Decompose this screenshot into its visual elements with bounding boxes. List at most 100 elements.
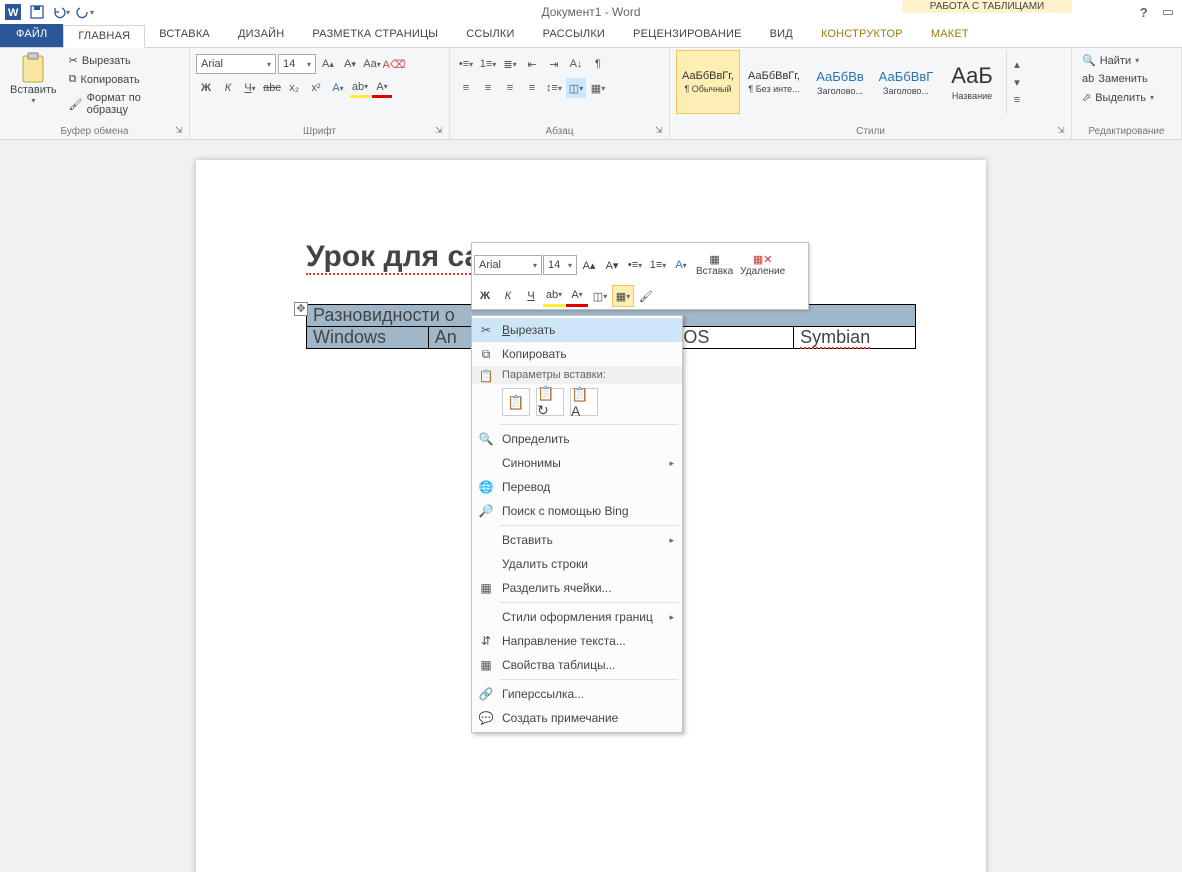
tab-design[interactable]: ДИЗАЙН (224, 24, 298, 47)
ctx-insert[interactable]: Вставить▸ (472, 528, 682, 552)
replace-button[interactable]: abЗаменить (1078, 71, 1152, 87)
show-marks-icon[interactable]: ¶ (588, 54, 608, 74)
tab-review[interactable]: РЕЦЕНЗИРОВАНИЕ (619, 24, 756, 47)
mini-shading-icon[interactable]: ◫▾ (589, 285, 611, 307)
mini-grow-font-icon[interactable]: A▴ (578, 254, 600, 276)
borders-icon[interactable]: ▦▾ (588, 78, 608, 98)
numbering-icon[interactable]: 1≡▾ (478, 54, 498, 74)
sort-icon[interactable]: A↓ (566, 54, 586, 74)
shading-icon[interactable]: ◫▾ (566, 78, 586, 98)
ctx-synonyms[interactable]: Синонимы▸ (472, 451, 682, 475)
multilevel-icon[interactable]: ≣▾ (500, 54, 520, 74)
mini-numbering-icon[interactable]: 1≡▾ (647, 254, 669, 276)
style-heading1[interactable]: АаБбВвЗаголово... (808, 50, 872, 114)
bold-button[interactable]: Ж (196, 78, 216, 98)
font-name-combo[interactable]: Arial▾ (196, 54, 276, 74)
style-scroll-down[interactable]: ▾ (1007, 73, 1027, 91)
tab-home[interactable]: ГЛАВНАЯ (63, 25, 145, 48)
superscript-button[interactable]: x² (306, 78, 326, 98)
mini-size-combo[interactable]: 14▾ (543, 255, 577, 275)
clipboard-launcher[interactable]: ⇲ (175, 125, 187, 137)
ribbon-display-icon[interactable]: ▭ (1162, 4, 1174, 20)
ctx-copy[interactable]: ⧉Копировать (472, 342, 682, 366)
paragraph-launcher[interactable]: ⇲ (655, 125, 667, 137)
mini-bullets-icon[interactable]: •≡▾ (624, 254, 646, 276)
ctx-delete-rows[interactable]: Удалить строки (472, 552, 682, 576)
paste-keep-source-icon[interactable]: 📋 (502, 388, 530, 416)
ctx-hyperlink[interactable]: 🔗Гиперссылка... (472, 682, 682, 706)
paste-button[interactable]: Вставить ▾ (6, 50, 61, 107)
tab-table-layout[interactable]: МАКЕТ (917, 24, 983, 47)
font-color-icon[interactable]: A▾ (372, 78, 392, 98)
redo-icon[interactable]: ▾ (74, 1, 96, 23)
line-spacing-icon[interactable]: ↕≡▾ (544, 78, 564, 98)
tab-file[interactable]: ФАЙЛ (0, 24, 63, 47)
tab-references[interactable]: ССЫЛКИ (452, 24, 528, 47)
align-right-icon[interactable]: ≡ (500, 78, 520, 98)
paste-merge-icon[interactable]: 📋↻ (536, 388, 564, 416)
grow-font-icon[interactable]: A▴ (318, 54, 338, 74)
text-effects-icon[interactable]: A▾ (328, 78, 348, 98)
ctx-define[interactable]: 🔍Определить (472, 427, 682, 451)
cut-button[interactable]: ✂Вырезать (65, 52, 183, 69)
style-scroll-up[interactable]: ▴ (1007, 55, 1027, 73)
tab-insert[interactable]: ВСТАВКА (145, 24, 224, 47)
justify-icon[interactable]: ≡ (522, 78, 542, 98)
table-cell[interactable]: Windows (307, 327, 429, 349)
italic-button[interactable]: К (218, 78, 238, 98)
paste-text-only-icon[interactable]: 📋A (570, 388, 598, 416)
copy-button[interactable]: ⧉Копировать (65, 71, 183, 88)
font-launcher[interactable]: ⇲ (435, 125, 447, 137)
shrink-font-icon[interactable]: A▾ (340, 54, 360, 74)
styles-launcher[interactable]: ⇲ (1057, 125, 1069, 137)
mini-font-combo[interactable]: Arial▾ (474, 255, 542, 275)
style-gallery[interactable]: АаБбВвГг,¶ Обычный АаБбВвГг,¶ Без инте..… (676, 50, 1020, 114)
ctx-bing-search[interactable]: 🔎Поиск с помощью Bing (472, 499, 682, 523)
mini-highlight-icon[interactable]: ab▾ (543, 285, 565, 307)
mini-borders-icon[interactable]: ▦▾ (612, 285, 634, 307)
ctx-cut[interactable]: ✂Вырезать (472, 318, 682, 342)
change-case-icon[interactable]: Aa▾ (362, 54, 382, 74)
increase-indent-icon[interactable]: ⇥ (544, 54, 564, 74)
mini-insert-button[interactable]: ▦Вставка (693, 245, 736, 285)
tab-view[interactable]: ВИД (756, 24, 807, 47)
style-title[interactable]: АаБНазвание (940, 50, 1004, 114)
style-normal[interactable]: АаБбВвГг,¶ Обычный (676, 50, 740, 114)
format-painter-button[interactable]: 🖌Формат по образцу (65, 90, 183, 118)
align-left-icon[interactable]: ≡ (456, 78, 476, 98)
underline-button[interactable]: Ч▾ (240, 78, 260, 98)
strike-button[interactable]: abc (262, 78, 282, 98)
help-icon[interactable]: ? (1140, 5, 1148, 20)
decrease-indent-icon[interactable]: ⇤ (522, 54, 542, 74)
clear-format-icon[interactable]: A⌫ (384, 54, 404, 74)
page[interactable]: Урок для сайт ✥ Разновидности о Windows … (196, 160, 986, 872)
highlight-icon[interactable]: ab▾ (350, 78, 370, 98)
word-icon[interactable]: W (2, 1, 24, 23)
font-size-combo[interactable]: 14▾ (278, 54, 316, 74)
ctx-new-comment[interactable]: 💬Создать примечание (472, 706, 682, 730)
style-heading2[interactable]: АаБбВвГЗаголово... (874, 50, 938, 114)
mini-italic-button[interactable]: К (497, 285, 519, 307)
find-button[interactable]: 🔍Найти▾ (1078, 52, 1143, 69)
save-icon[interactable] (26, 1, 48, 23)
mini-bold-button[interactable]: Ж (474, 285, 496, 307)
select-button[interactable]: ⬀Выделить▾ (1078, 89, 1158, 106)
ctx-split-cells[interactable]: ▦Разделить ячейки... (472, 576, 682, 600)
table-cell[interactable]: Symbian (794, 327, 916, 349)
subscript-button[interactable]: x₂ (284, 78, 304, 98)
table-move-handle[interactable]: ✥ (294, 302, 308, 316)
bullets-icon[interactable]: •≡▾ (456, 54, 476, 74)
tab-table-design[interactable]: КОНСТРУКТОР (807, 24, 917, 47)
mini-styles-icon[interactable]: A▾ (670, 254, 692, 276)
mini-font-color-icon[interactable]: A▾ (566, 285, 588, 307)
table-cell[interactable]: IOS (672, 327, 794, 349)
ctx-text-direction[interactable]: ⇵Направление текста... (472, 629, 682, 653)
mini-format-painter-icon[interactable]: 🖌 (635, 285, 657, 307)
mini-underline-button[interactable]: Ч (520, 285, 542, 307)
undo-icon[interactable]: ▾ (50, 1, 72, 23)
style-more[interactable]: ≡ (1007, 91, 1027, 109)
tab-mailings[interactable]: РАССЫЛКИ (529, 24, 619, 47)
align-center-icon[interactable]: ≡ (478, 78, 498, 98)
tab-page-layout[interactable]: РАЗМЕТКА СТРАНИЦЫ (298, 24, 452, 47)
mini-shrink-font-icon[interactable]: A▾ (601, 254, 623, 276)
